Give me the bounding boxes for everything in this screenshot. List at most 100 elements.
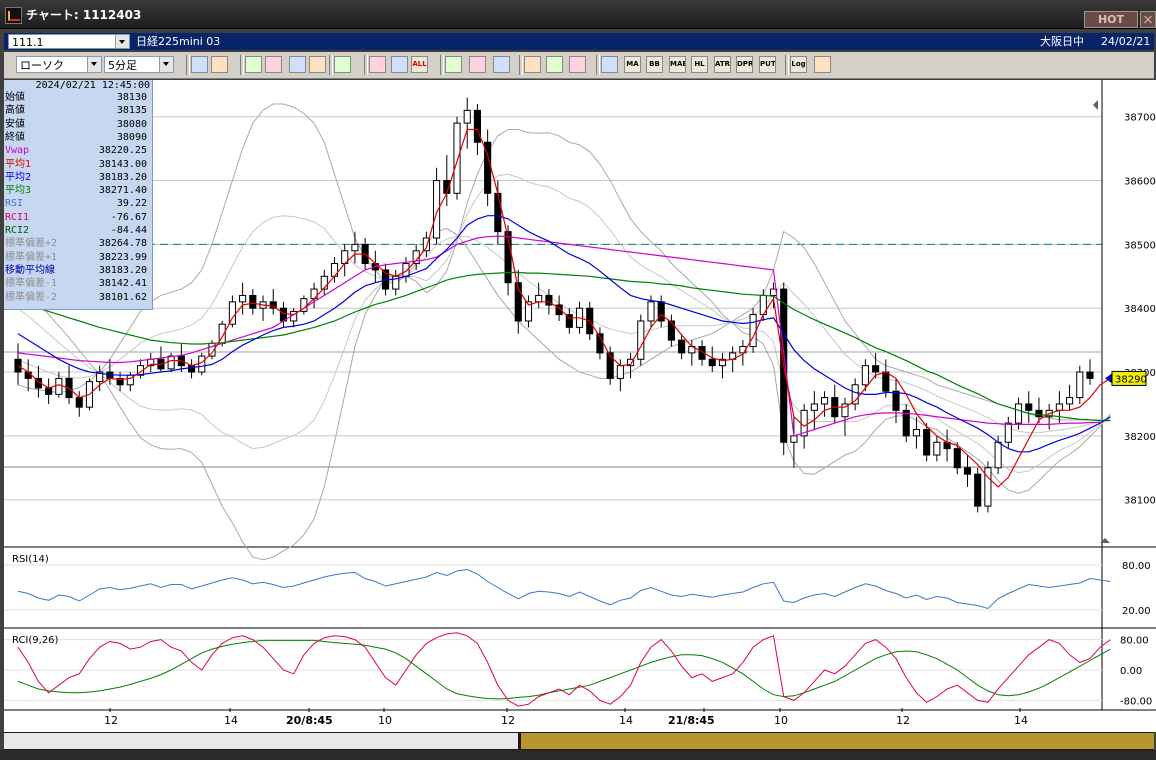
time-label: 10: [774, 714, 788, 727]
time-axis: 12 14 20/8:45 10 12 14 21/8:45 10 12 14: [4, 712, 1156, 732]
title-bar: チャート: 1112403 HOT: [0, 0, 1156, 29]
log-icon[interactable]: Log: [790, 56, 807, 73]
dpr-icon[interactable]: DPR: [736, 56, 753, 73]
candle-left-icon[interactable]: [245, 56, 262, 73]
candle-body: [933, 441, 941, 456]
candle-body: [647, 301, 655, 322]
info-row: RCI1 -76.67: [4, 211, 150, 224]
info-label: 標準偏差+2: [5, 238, 58, 250]
instrument-name: 日経225mini 03: [136, 35, 221, 48]
bar-icon[interactable]: [289, 56, 306, 73]
chart-type-select[interactable]: ローソク: [16, 56, 102, 73]
color-icon[interactable]: [569, 56, 586, 73]
info-row: 標準偏差-1 38142.41: [4, 277, 150, 290]
info-label: 平均3: [5, 185, 32, 197]
hot-button[interactable]: HOT: [1084, 11, 1138, 28]
info-label: 安値: [5, 118, 25, 130]
time-label: 21/8:45: [668, 714, 715, 727]
info-label: RCI2: [5, 225, 30, 236]
shift-left-icon[interactable]: [369, 56, 386, 73]
mae-icon[interactable]: MAE: [669, 56, 686, 73]
atr-icon[interactable]: ATR: [714, 56, 731, 73]
info-row: 終値 38090: [4, 131, 150, 144]
candle-body: [463, 109, 471, 124]
info-label: 平均2: [5, 171, 32, 183]
candle-body: [249, 294, 257, 309]
candle-body: [1066, 397, 1074, 405]
candle-body: [1014, 403, 1023, 424]
tools-icon[interactable]: [546, 56, 563, 73]
info-value: 38080: [116, 118, 147, 130]
candle-body: [810, 403, 818, 411]
time-label: 14: [1014, 714, 1028, 727]
toolbar-separator: [440, 55, 444, 75]
price-tick-label: 38400: [1124, 304, 1156, 315]
interval-select[interactable]: 5分足: [104, 56, 174, 73]
candle-body: [473, 109, 481, 143]
info-row: 標準偏差+2 38264.78: [4, 237, 150, 250]
candle-body: [351, 243, 359, 252]
shift-right-icon[interactable]: [391, 56, 408, 73]
scroll-overview-right[interactable]: [521, 733, 1154, 749]
measure-icon[interactable]: [524, 56, 541, 73]
candle-body: [14, 358, 22, 373]
info-label: RSI: [5, 198, 24, 210]
zoom-icon[interactable]: [265, 56, 282, 73]
info-value: 38220.25: [98, 145, 147, 157]
chevron-down-icon[interactable]: [115, 35, 129, 48]
info-value: 38264.78: [98, 238, 147, 250]
info-label: Vwap: [5, 145, 30, 157]
time-label: 12: [896, 714, 910, 727]
info-value: 38142.41: [98, 278, 147, 290]
ma-icon[interactable]: MA: [624, 56, 641, 73]
candle-body: [872, 365, 880, 373]
hl-icon[interactable]: HL: [691, 56, 708, 73]
candle-body: [24, 371, 32, 379]
blank-icon[interactable]: [334, 56, 351, 73]
candle-body: [75, 397, 83, 408]
rci-tick-label: -80.00: [1120, 696, 1152, 707]
info-value: 38090: [116, 131, 147, 143]
chevron-down-icon[interactable]: [87, 57, 101, 72]
toolbar-separator: [596, 55, 600, 75]
code-select[interactable]: 111.1: [8, 34, 130, 49]
instrument-bar: 111.1 日経225mini 03 大阪日中 24/02/21: [4, 33, 1154, 50]
search-icon[interactable]: [191, 56, 208, 73]
price-tick-label: 38500: [1124, 240, 1156, 251]
chart-area[interactable]: 3870038600385003840038300382003810038290…: [4, 80, 1156, 712]
info-row: RCI2 -84.44: [4, 224, 150, 237]
scroll-overview-left[interactable]: [4, 733, 518, 749]
toolbar-separator: [364, 55, 368, 75]
info-label: 移動平均線: [5, 264, 55, 276]
put-icon[interactable]: PUT: [759, 56, 776, 73]
horizontal-scrollbar[interactable]: [4, 732, 1154, 750]
cursor-icon[interactable]: [469, 56, 486, 73]
bb-icon[interactable]: BB: [646, 56, 663, 73]
chevron-down-icon[interactable]: [159, 57, 173, 72]
window-title: チャート: 1112403: [26, 8, 142, 22]
candle-body: [167, 355, 175, 370]
crosshair-icon[interactable]: [211, 56, 228, 73]
export-icon[interactable]: [814, 56, 831, 73]
rsi-label: RSI(14): [12, 554, 49, 565]
candle-body: [494, 192, 502, 233]
info-row: 高値 38135: [4, 104, 150, 117]
info-value: 38143.00: [98, 158, 147, 170]
candle-body: [953, 448, 961, 469]
ma-chart-icon[interactable]: [601, 56, 618, 73]
info-value: 38223.99: [98, 251, 147, 263]
price-tick-label: 38100: [1124, 496, 1156, 507]
info-label: 終値: [5, 131, 25, 143]
arrow-icon[interactable]: [493, 56, 510, 73]
pen-icon[interactable]: [445, 56, 462, 73]
close-icon[interactable]: [1140, 11, 1156, 28]
app-logo-icon: [5, 7, 22, 24]
info-row: RSI 39.22: [4, 197, 150, 210]
candle-body: [637, 320, 645, 360]
bar-add-icon[interactable]: [309, 56, 326, 73]
info-row: 平均2 38183.20: [4, 171, 150, 184]
rci-tick-label: 80.00: [1120, 636, 1149, 647]
candle-body: [198, 355, 206, 373]
chart-svg[interactable]: 3870038600385003840038300382003810038290…: [4, 80, 1156, 712]
all-icon[interactable]: ALL: [411, 56, 428, 73]
